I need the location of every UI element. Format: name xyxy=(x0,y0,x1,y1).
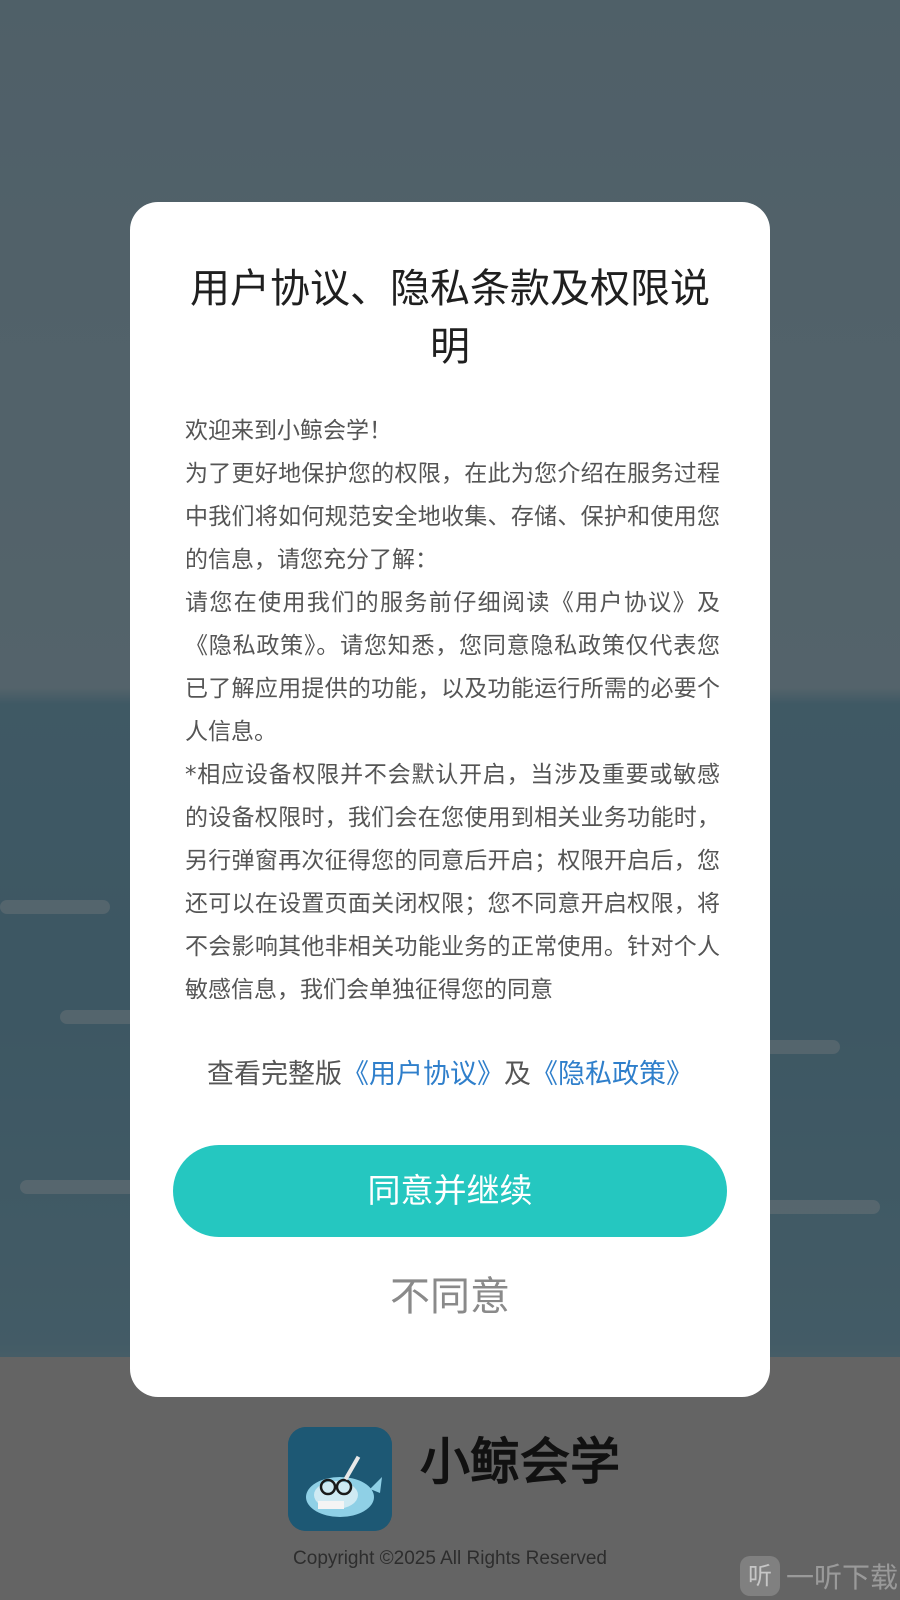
links-joiner: 及 xyxy=(504,1059,531,1090)
agree-continue-button[interactable]: 同意并继续 xyxy=(173,1145,727,1237)
links-prefix: 查看完整版 xyxy=(207,1059,342,1090)
privacy-dialog: 用户协议、隐私条款及权限说明 欢迎来到小鲸会学！ 为了更好地保护您的权限，在此为… xyxy=(130,202,770,1397)
watermark-text: 一听下载 xyxy=(786,1561,899,1594)
whale-logo-icon xyxy=(288,1427,392,1531)
read-policy-paragraph: 请您在使用我们的服务前仔细阅读《用户协议》及《隐私政策》。请您知悉，您同意隐私政… xyxy=(185,590,720,745)
app-name: 小鲸会学 xyxy=(420,1433,620,1491)
watermark-logo-icon: 听 xyxy=(740,1556,780,1596)
permissions-paragraph: *相应设备权限并不会默认开启，当涉及重要或敏感的设备权限时，我们会在您使用到相关… xyxy=(185,762,720,1003)
policy-links-line: 查看完整版《用户协议》及《隐私政策》 xyxy=(150,1055,750,1095)
watermark: 听 一听下载 xyxy=(740,1556,900,1596)
intro-paragraph: 为了更好地保护您的权限，在此为您介绍在服务过程中我们将如何规范安全地收集、存储、… xyxy=(185,461,720,573)
privacy-policy-link[interactable]: 《隐私政策》 xyxy=(531,1059,693,1090)
copyright-text: Copyright ©2025 All Rights Reserved xyxy=(293,1548,607,1569)
dialog-title: 用户协议、隐私条款及权限说明 xyxy=(190,266,710,370)
welcome-paragraph: 欢迎来到小鲸会学！ xyxy=(185,418,392,444)
user-agreement-link[interactable]: 《用户协议》 xyxy=(342,1059,504,1090)
disagree-button[interactable]: 不同意 xyxy=(300,1262,600,1332)
